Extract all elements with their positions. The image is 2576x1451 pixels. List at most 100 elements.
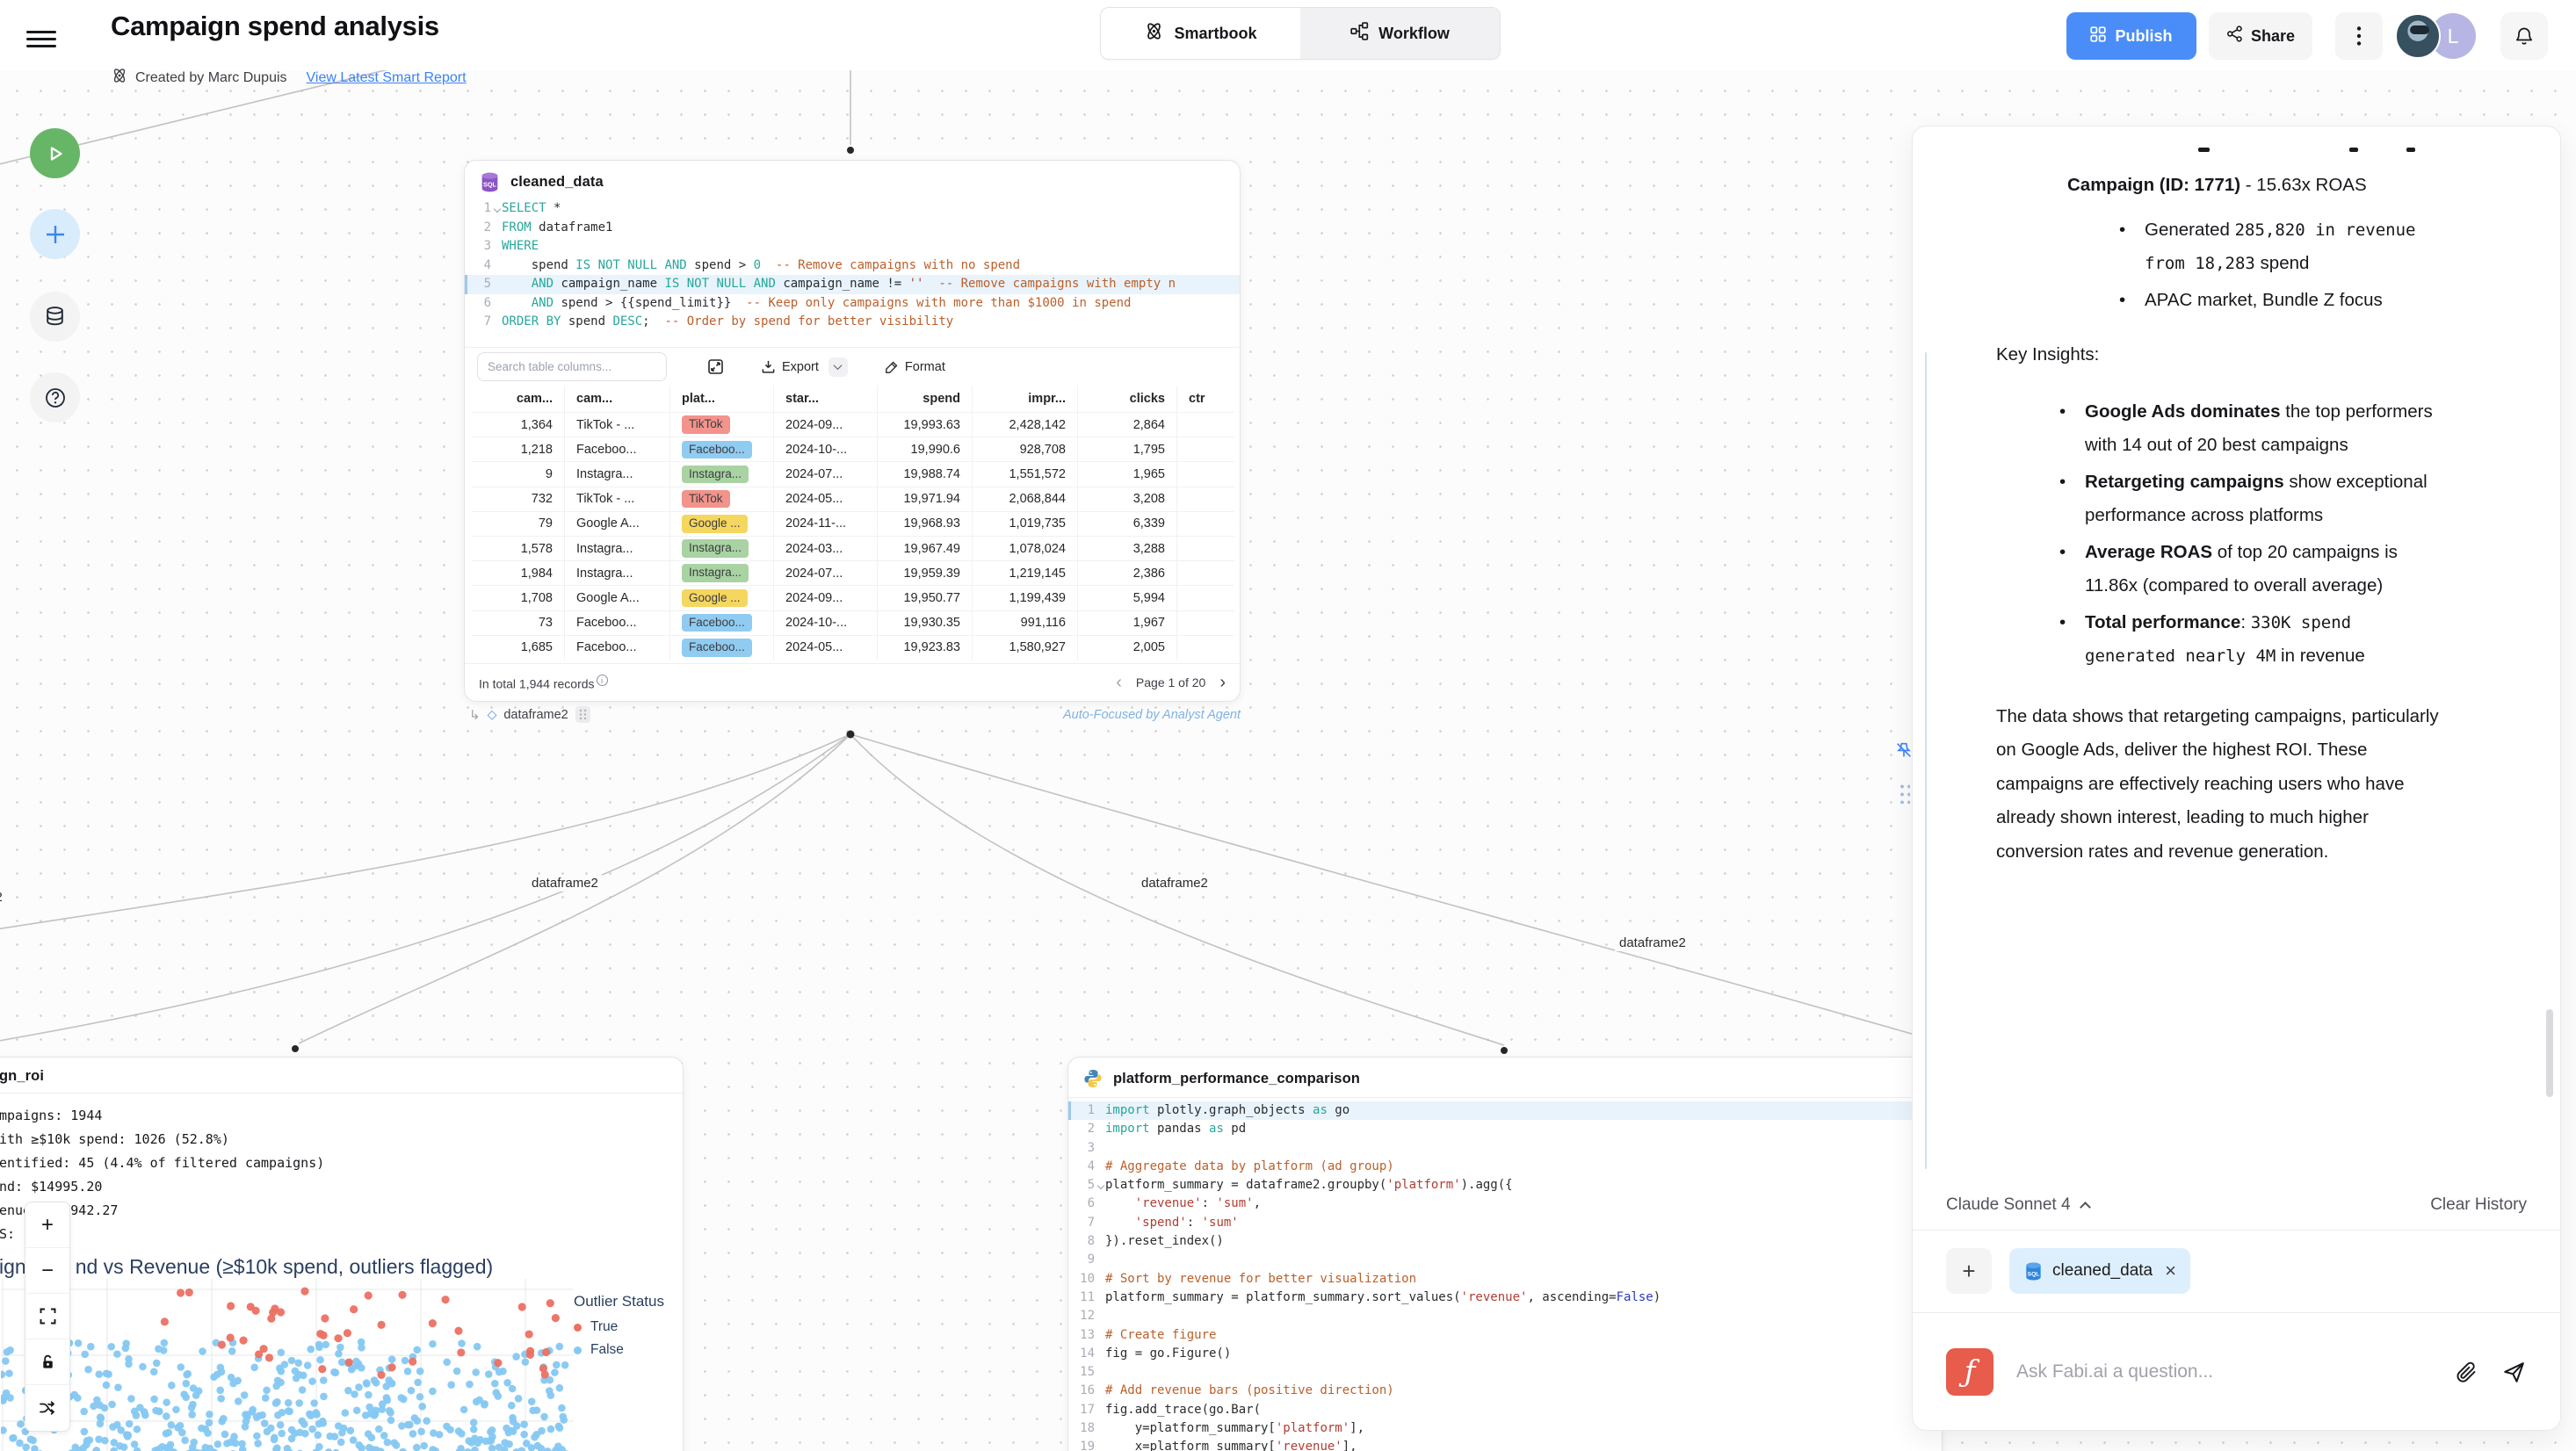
node-campaign-roi[interactable]: gn_roi mpaigns: 1944ith ≥$10k spend: 102… [0, 1057, 684, 1451]
code-line: 8}).reset_index() [1068, 1232, 1942, 1251]
campaign-bullet-list: Generated 285,820 in revenue from 18,283… [1996, 213, 2451, 318]
drag-handle[interactable] [575, 706, 590, 723]
remove-context-button[interactable]: × [2165, 1261, 2176, 1281]
data-sources-button[interactable] [30, 292, 80, 342]
share-button[interactable]: Share [2209, 12, 2312, 60]
run-workflow-button[interactable] [30, 128, 80, 178]
publish-button[interactable]: Publish [2066, 12, 2196, 60]
platform-badge: Instagra... [682, 539, 749, 558]
node-input-handle[interactable] [847, 147, 854, 154]
sql-code-editor[interactable]: 1SELECT *2FROM dataframe13WHERE4 spend I… [465, 199, 1240, 332]
tab-smartbook[interactable]: Smartbook [1101, 8, 1300, 59]
node-header[interactable]: platform_performance_comparison [1068, 1058, 1942, 1097]
next-page-button[interactable]: › [1219, 674, 1226, 691]
code-line: 10# Sort by revenue for better visualiza… [1068, 1270, 1942, 1289]
model-selector[interactable]: Claude Sonnet 4 [1946, 1195, 2089, 1215]
fit-view-button[interactable] [25, 1294, 69, 1339]
panel-drag-handle[interactable] [1899, 783, 1910, 804]
prev-page-button[interactable]: ‹ [1116, 674, 1122, 691]
lock-canvas-button[interactable] [25, 1339, 69, 1385]
search-columns-input[interactable] [477, 352, 667, 381]
share-icon [2226, 25, 2243, 47]
paperclip-icon [2455, 1361, 2478, 1384]
add-node-button[interactable] [30, 209, 80, 259]
record-count-label: In total 1,944 records [479, 676, 595, 690]
legend-title: Outlier Status [574, 1293, 664, 1310]
bullet-item: Generated 285,820 in revenue from 18,283… [2145, 213, 2451, 281]
legend-item-false[interactable]: False [574, 1342, 664, 1358]
platform-badge-cell: TikTok [670, 413, 774, 437]
table-cell: 19,968.93 [878, 512, 973, 536]
send-button[interactable] [2501, 1360, 2527, 1385]
hamburger-menu-icon[interactable] [26, 26, 56, 49]
notifications-button[interactable] [2500, 12, 2548, 60]
panel-scrollbar[interactable] [2546, 1009, 2553, 1097]
clear-history-button[interactable]: Clear History [2430, 1195, 2527, 1215]
zoom-in-button[interactable]: + [25, 1202, 69, 1248]
column-header[interactable]: plat... [670, 386, 774, 412]
avatar-user-photo[interactable] [2395, 13, 2441, 59]
add-context-button[interactable]: + [1946, 1248, 1992, 1294]
fabi-logo: ƒ [1946, 1348, 1994, 1396]
node-header[interactable]: SQL cleaned_data [465, 161, 1240, 201]
column-header[interactable]: spend [878, 386, 973, 412]
zoom-out-button[interactable]: − [25, 1248, 69, 1294]
bullet-item: Google Ads dominates the top performers … [2085, 395, 2451, 463]
column-header[interactable]: ctr [1177, 386, 1234, 412]
table-cell: 2024-03... [774, 537, 878, 560]
node-title-fragment: gn_roi [0, 1068, 44, 1085]
table-cell: 1,580,927 [973, 636, 1078, 660]
table-cell [1177, 413, 1234, 437]
node-title: cleaned_data [510, 174, 604, 191]
table-toolbar: Export Format [465, 347, 1240, 386]
unlock-icon [40, 1354, 56, 1370]
scatter-input-handle[interactable] [292, 1045, 299, 1052]
table-cell: 2024-05... [774, 636, 878, 660]
node-header[interactable]: gn_roi [0, 1058, 683, 1093]
table-row: 79Google A...Google ...2024-11-...19,968… [472, 511, 1234, 536]
table-cell: 1,019,735 [973, 512, 1078, 536]
expand-table-button[interactable] [707, 358, 724, 375]
workflow-canvas[interactable]: dataframe2 dataframe2 dataframe2 datafra… [0, 0, 2576, 1451]
table-cell: 1,685 [472, 636, 565, 660]
table-row: 1,708Google A...Google ...2024-09...19,9… [472, 585, 1234, 610]
scatter-chart-title: ignnd vs Revenue (≥$10k spend, outliers … [0, 1255, 683, 1279]
more-options-button[interactable] [2335, 12, 2383, 60]
table-cell: 79 [472, 512, 565, 536]
node-platform-performance-comparison[interactable]: platform_performance_comparison 1import … [1067, 1057, 1943, 1451]
platform-badge-cell: Instagra... [670, 561, 774, 585]
help-button[interactable] [30, 372, 80, 422]
column-header[interactable]: impr... [973, 386, 1078, 412]
column-header[interactable]: cam... [472, 386, 565, 412]
auto-layout-button[interactable] [25, 1385, 69, 1431]
platform-badge-cell: TikTok [670, 487, 774, 511]
column-header[interactable]: star... [774, 386, 878, 412]
platform-badge: Instagra... [682, 564, 749, 582]
attach-file-button[interactable] [2455, 1361, 2478, 1384]
context-chip-cleaned-data[interactable]: SQL cleaned_data × [2009, 1248, 2190, 1294]
assistant-panel: Campaign (ID: 1771) - 15.63x ROAS Genera… [1912, 126, 2561, 1431]
subtitle-row: Created by Marc Dupuis View Latest Smart… [111, 67, 467, 89]
tab-workflow[interactable]: Workflow [1300, 8, 1500, 59]
column-header[interactable]: clicks [1078, 386, 1177, 412]
format-label: Format [905, 360, 945, 374]
python-code-editor[interactable]: 1import plotly.graph_objects as go2impor… [1068, 1101, 1942, 1451]
format-button[interactable]: Format [885, 360, 945, 374]
column-header[interactable]: cam... [565, 386, 670, 412]
assistant-message-area[interactable]: Campaign (ID: 1771) - 15.63x ROAS Genera… [1913, 126, 2560, 1179]
legend-item-true[interactable]: True [574, 1319, 664, 1335]
platform-badge-cell: Instagra... [670, 537, 774, 560]
export-options-button[interactable] [829, 357, 848, 377]
drag-dots-icon [579, 709, 587, 720]
unpin-panel-icon[interactable] [1894, 740, 1914, 764]
python-input-handle[interactable] [1501, 1047, 1508, 1054]
edge-label-dataframe2: dataframe2 [527, 875, 603, 892]
node-output-handle[interactable] [847, 731, 855, 739]
node-cleaned-data[interactable]: SQL cleaned_data 1SELECT *2FROM datafram… [464, 160, 1241, 702]
table-cell [1177, 487, 1234, 511]
view-latest-smart-report-link[interactable]: View Latest Smart Report [307, 70, 467, 86]
ask-question-input[interactable] [2016, 1361, 2432, 1382]
table-cell: TikTok - ... [565, 413, 670, 437]
play-icon [44, 142, 67, 165]
export-button[interactable]: Export [761, 357, 848, 377]
